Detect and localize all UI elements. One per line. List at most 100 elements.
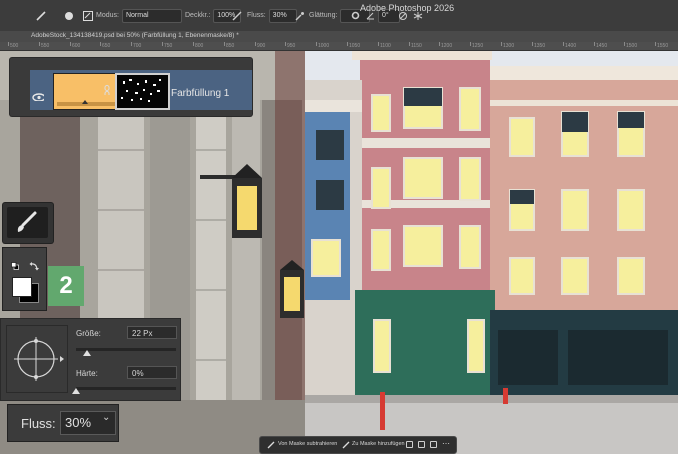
brush-tool-button[interactable] [3, 203, 53, 243]
pressure-opacity-button[interactable] [232, 0, 242, 31]
brush-subtract-icon [267, 441, 275, 449]
airbrush-button[interactable] [295, 0, 305, 31]
foreground-color-swatch[interactable] [12, 277, 32, 297]
ruler-tick-label: 1500 [626, 43, 638, 49]
invert-mask-icon[interactable] [418, 441, 425, 448]
add-to-mask-button[interactable]: Zu Maske hinzufügen [352, 441, 405, 447]
ruler-tick [255, 42, 256, 46]
ruler-tick [378, 42, 379, 46]
ruler-tick-label: 1100 [380, 43, 391, 49]
ruler-tick-label: 1200 [441, 43, 453, 49]
flow-label: Fluss: [21, 416, 56, 431]
hardness-label: Härte: [76, 369, 98, 378]
options-bar: Modus: Normal Deckkr.: 100% Fluss: 30% G… [0, 0, 678, 32]
ruler-tick [224, 42, 225, 46]
ruler-tick-label: 700 [133, 43, 142, 49]
mode-label: Modus: [96, 12, 119, 19]
app-title: Adobe Photoshop 2026 [360, 3, 455, 13]
ruler-tick-label: 900 [257, 43, 266, 49]
brush-tip-icon [65, 11, 73, 20]
ruler-tick [655, 42, 656, 46]
pressure-icon [232, 11, 242, 20]
size-field[interactable]: 22 Px [127, 326, 177, 339]
ruler-tick [563, 42, 564, 46]
brush-icon [36, 10, 46, 21]
opacity-label: Deckkr.: [185, 12, 211, 19]
ruler-tick [532, 42, 533, 46]
brush-icon [17, 211, 37, 232]
ruler-tick [8, 42, 9, 46]
brush-angle-preview[interactable] [6, 325, 68, 393]
fill-mask-icon[interactable] [430, 441, 437, 448]
subtract-from-mask-button[interactable]: Von Maske subtrahieren [278, 441, 337, 447]
ruler-tick-label: 750 [164, 43, 173, 49]
ruler-tick-label: 550 [41, 43, 50, 49]
brush-settings-icon [83, 10, 93, 21]
ruler-tick [409, 42, 410, 46]
ruler-tick-label: 850 [226, 43, 235, 49]
brush-settings-panel: Größe: 22 Px Härte: 0% [0, 318, 181, 401]
hardness-field[interactable]: 0% [127, 366, 177, 379]
link-icon[interactable] [104, 85, 110, 95]
brush-roundness-icon [14, 337, 64, 381]
ruler-tick-label: 950 [287, 43, 296, 49]
hardness-slider-track[interactable] [76, 387, 176, 390]
ruler-tick [285, 42, 286, 46]
ruler-tick [347, 42, 348, 46]
smoothing-options-button[interactable] [351, 0, 360, 31]
size-slider-handle[interactable] [83, 350, 91, 356]
ruler-tick-label: 1550 [657, 43, 669, 49]
ruler-tick [131, 42, 132, 46]
brush-size-picker[interactable] [62, 0, 76, 31]
ruler-tick-label: 600 [72, 43, 81, 49]
ruler-tick-label: 1000 [318, 43, 330, 49]
size-slider-track[interactable] [76, 348, 176, 351]
layer-mask-thumbnail[interactable] [115, 73, 170, 110]
ruler-tick [193, 42, 194, 46]
options-flow-field[interactable]: 30% [268, 8, 297, 23]
hardness-slider-handle[interactable] [72, 388, 80, 394]
ruler-tick [162, 42, 163, 46]
horizontal-ruler: 500 550 600 650 700 750 800 850 900 950 1000 1050 11… [0, 42, 678, 51]
gear-icon [351, 11, 360, 20]
ruler-tick-label: 1450 [596, 43, 608, 49]
eye-icon[interactable] [32, 93, 44, 101]
layer-name[interactable]: Farbfüllung 1 [171, 88, 229, 99]
ruler-tick [100, 42, 101, 46]
mode-select[interactable]: Normal [121, 8, 182, 23]
ruler-tick-label: 1150 [411, 43, 422, 49]
ruler-tick [594, 42, 595, 46]
ruler-tick [316, 42, 317, 46]
ruler-tick-label: 500 [10, 43, 19, 49]
more-options-icon[interactable]: ⋯ [442, 439, 450, 448]
chevron-down-icon[interactable]: ⌄ [102, 412, 110, 423]
document-tab[interactable]: AdobeStock_134138419.psd bei 50% (Farbfü… [31, 32, 239, 39]
ruler-tick-label: 1350 [534, 43, 546, 49]
smoothing-label: Glättung: [309, 12, 338, 19]
brush-add-icon [342, 441, 350, 449]
brush-settings-button[interactable] [83, 0, 93, 31]
ruler-tick [624, 42, 625, 46]
flow-value: 30% [65, 415, 92, 430]
color-swatches [3, 248, 46, 310]
flow-callout: Fluss: 30% ⌄ [7, 404, 119, 442]
document-tab-bar: AdobeStock_134138419.psd bei 50% (Farbfü… [0, 31, 678, 42]
options-flow-label: Fluss: [247, 12, 266, 19]
mask-preview [121, 79, 161, 102]
ruler-tick [70, 42, 71, 46]
ruler-tick [439, 42, 440, 46]
airbrush-icon [295, 11, 304, 20]
swap-colors-icon[interactable] [29, 261, 39, 271]
ruler-tick-label: 800 [195, 43, 204, 49]
ruler-tick-label: 1250 [472, 43, 484, 49]
ruler-tick-label: 650 [102, 43, 111, 49]
step-number-badge: 2 [48, 266, 84, 306]
size-label: Größe: [76, 329, 101, 338]
ruler-tick [470, 42, 471, 46]
contextual-task-bar: Von Maske subtrahieren Zu Maske hinzufüg… [259, 436, 457, 454]
ruler-tick-label: 1300 [503, 43, 515, 49]
brush-preset-picker[interactable] [36, 0, 46, 31]
default-colors-icon[interactable] [11, 262, 19, 270]
ruler-tick-label: 1050 [349, 43, 361, 49]
mask-options-icon[interactable] [406, 441, 413, 448]
